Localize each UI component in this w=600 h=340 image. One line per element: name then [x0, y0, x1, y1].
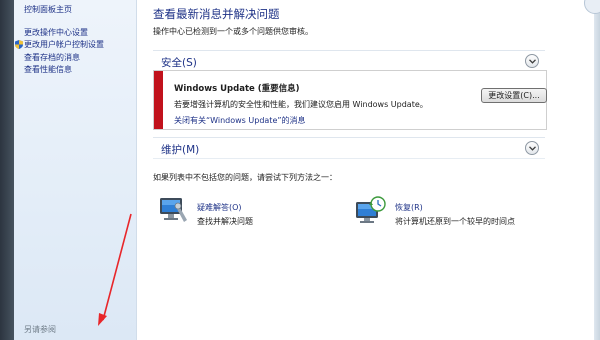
- sidebar: 控制面板主页 更改操作中心设置 更改用户帐户控制设置 查看存档的消息 查看性能信…: [14, 0, 137, 340]
- alert-description: 若要增强计算机的安全性和性能，我们建议您启用 Windows Update。: [174, 100, 428, 109]
- recovery-description: 将计算机还原到一个较早的时间点: [395, 217, 515, 226]
- alert-title: Windows Update (重要信息): [174, 84, 300, 94]
- maintenance-section-label: 维护(M): [161, 144, 200, 156]
- chevron-down-icon[interactable]: [525, 141, 539, 155]
- sidebar-item-change-uac-settings[interactable]: 更改用户帐户控制设置: [15, 39, 104, 52]
- sidebar-item-label: 查看性能信息: [24, 65, 72, 75]
- sidebar-item-view-archived-messages[interactable]: 查看存档的消息: [24, 51, 104, 64]
- page-subtitle: 操作中心已检测到一个或多个问题供您审核。: [153, 27, 313, 36]
- security-section-label: 安全(S): [161, 57, 197, 69]
- maintenance-section-header[interactable]: 维护(M): [153, 137, 545, 159]
- see-also-heading: 另请参阅: [24, 325, 56, 334]
- sidebar-links: 更改操作中心设置 更改用户帐户控制设置 查看存档的消息 查看性能信息: [15, 26, 104, 77]
- sidebar-item-label: 更改用户帐户控制设置: [24, 40, 104, 50]
- uac-shield-icon: [15, 40, 23, 50]
- sidebar-item-label: 查看存档的消息: [24, 52, 80, 62]
- turn-off-messages-link[interactable]: 关闭有关“Windows Update”的消息: [174, 115, 306, 126]
- sidebar-item-change-action-center-settings[interactable]: 更改操作中心设置: [24, 26, 104, 39]
- window-frame-left: [0, 0, 14, 340]
- change-settings-button[interactable]: 更改设置(C)...: [481, 88, 547, 103]
- security-section-header[interactable]: 安全(S): [153, 50, 545, 72]
- troubleshooting-description: 查找并解决问题: [197, 217, 253, 226]
- alert-severity-bar: [154, 71, 163, 129]
- sidebar-item-view-performance-info[interactable]: 查看性能信息: [24, 64, 104, 77]
- recovery-icon: [356, 196, 386, 223]
- chevron-down-icon[interactable]: [525, 54, 539, 68]
- sidebar-item-label: 更改操作中心设置: [24, 27, 88, 37]
- page-title: 查看最新消息并解决问题: [153, 7, 280, 21]
- control-panel-home-link[interactable]: 控制面板主页: [24, 4, 72, 15]
- window-frame-right: [594, 0, 600, 340]
- troubleshoot-icon: [160, 198, 187, 222]
- troubleshooting-link[interactable]: 疑难解答(O): [197, 202, 242, 213]
- main-content: 查看最新消息并解决问题 操作中心已检测到一个或多个问题供您审核。 安全(S) W…: [137, 0, 594, 340]
- troubleshoot-hint: 如果列表中不包括您的问题，请尝试下列方法之一：: [153, 173, 337, 182]
- windows-update-alert: Windows Update (重要信息) 若要增强计算机的安全性和性能，我们建…: [153, 70, 547, 130]
- recovery-link[interactable]: 恢复(R): [395, 202, 423, 213]
